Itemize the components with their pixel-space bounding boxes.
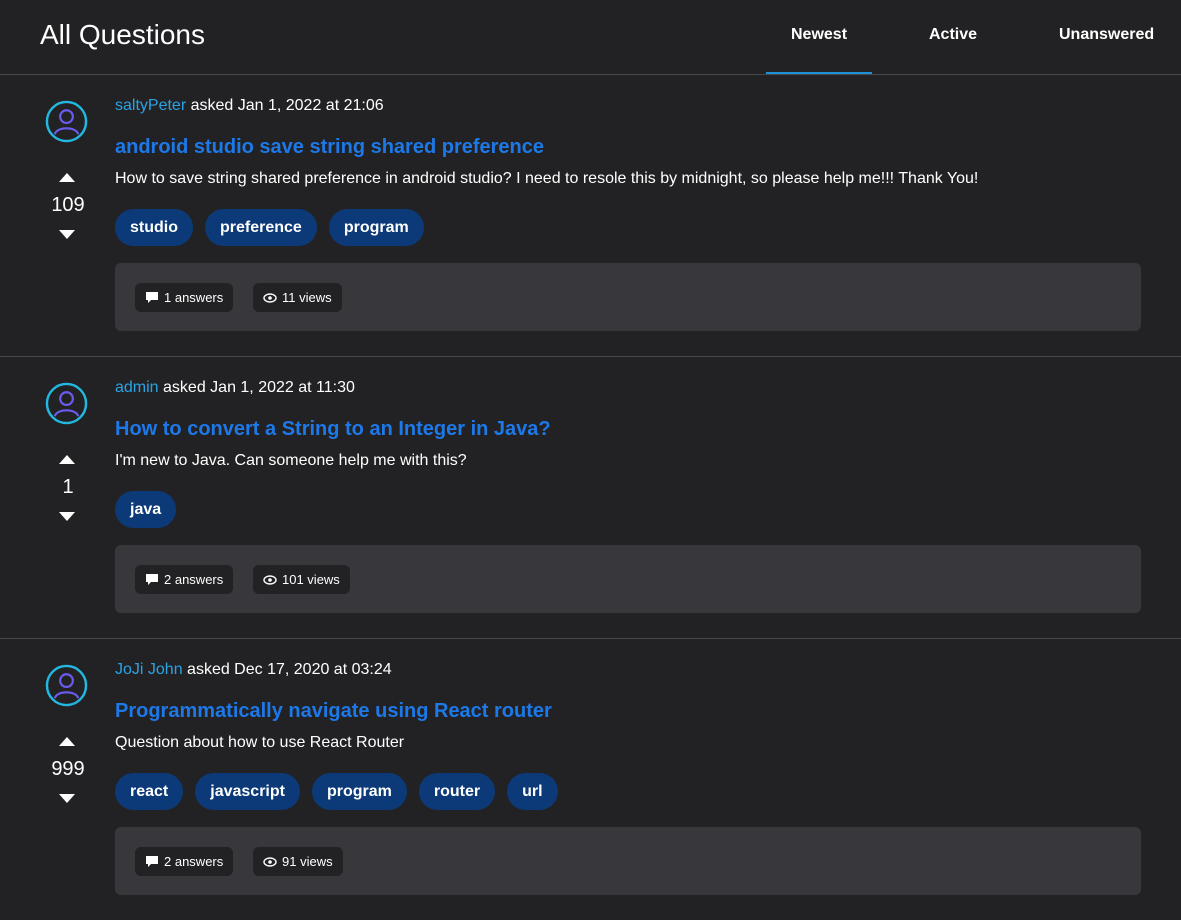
question-excerpt: I'm new to Java. Can someone help me wit… [115,452,467,469]
comment-icon [146,574,158,585]
views-count: 101 views [282,572,340,587]
eye-icon [263,292,277,303]
views-count: 11 views [282,290,332,305]
tag-java[interactable]: java [115,491,177,528]
tag-javascript[interactable]: javascript [195,773,300,810]
tag-list: react javascript program router url [115,773,558,810]
eye-icon [263,574,277,585]
downvote-arrow-icon[interactable] [58,791,76,805]
question-item: 109 saltyPeter asked Jan 1, 2022 at 21:0… [0,75,1181,357]
question-item: 1 admin asked Jan 1, 2022 at 11:30 How t… [0,357,1181,639]
vote-count: 109 [51,194,85,216]
answers-count-badge: 1 answers [135,283,234,312]
tab-newest[interactable]: Newest [791,24,847,46]
sort-tabs: Newest Active Unanswered [0,0,1181,74]
upvote-arrow-icon[interactable] [58,734,76,748]
question-stats-panel: 1 answers 11 views [115,263,1141,331]
question-item: 999 JoJi John asked Dec 17, 2020 at 03:2… [0,639,1181,920]
eye-icon [263,856,277,867]
comment-icon [146,292,158,303]
tag-program[interactable]: program [311,773,407,810]
downvote-arrow-icon[interactable] [58,227,76,241]
question-title-link[interactable]: android studio save string shared prefer… [115,134,544,160]
user-avatar-icon[interactable] [45,382,88,425]
tag-list: java [115,491,177,528]
views-count-badge: 101 views [253,565,350,594]
question-stats-panel: 2 answers 91 views [115,827,1141,895]
tag-preference[interactable]: preference [205,209,317,246]
asked-timestamp: asked Jan 1, 2022 at 11:30 [158,379,355,396]
asked-timestamp: asked Jan 1, 2022 at 21:06 [186,97,384,114]
views-count-badge: 91 views [253,847,343,876]
question-meta: saltyPeter asked Jan 1, 2022 at 21:06 [115,96,384,116]
downvote-arrow-icon[interactable] [58,509,76,523]
views-count-badge: 11 views [253,283,342,312]
tag-url[interactable]: url [507,773,558,810]
answers-count: 2 answers [164,854,224,869]
tag-react[interactable]: react [115,773,184,810]
user-avatar-icon[interactable] [45,664,88,707]
question-meta: JoJi John asked Dec 17, 2020 at 03:24 [115,660,392,680]
author-link[interactable]: saltyPeter [115,97,186,114]
page-header: All Questions Newest Active Unanswered [0,0,1181,75]
vote-count: 999 [51,758,85,780]
comment-icon [146,856,158,867]
author-link[interactable]: admin [115,379,159,396]
question-meta: admin asked Jan 1, 2022 at 11:30 [115,378,355,398]
upvote-arrow-icon[interactable] [58,452,76,466]
tag-studio[interactable]: studio [115,209,193,246]
question-excerpt: How to save string shared preference in … [115,170,979,187]
tag-program[interactable]: program [328,209,424,246]
asked-timestamp: asked Dec 17, 2020 at 03:24 [182,661,392,678]
answers-count-badge: 2 answers [135,847,234,876]
question-title-link[interactable]: How to convert a String to an Integer in… [115,416,551,442]
question-excerpt: Question about how to use React Router [115,734,405,751]
question-stats-panel: 2 answers 101 views [115,545,1141,613]
tab-active[interactable]: Active [929,24,977,46]
answers-count-badge: 2 answers [135,565,234,594]
author-link[interactable]: JoJi John [115,661,183,678]
user-avatar-icon[interactable] [45,100,88,143]
answers-count: 2 answers [164,572,224,587]
question-title-link[interactable]: Programmatically navigate using React ro… [115,698,552,724]
answers-count: 1 answers [164,290,224,305]
tag-list: studio preference program [115,209,424,246]
vote-count: 1 [62,476,74,498]
tag-router[interactable]: router [418,773,496,810]
tab-unanswered[interactable]: Unanswered [1059,24,1154,46]
upvote-arrow-icon[interactable] [58,170,76,184]
active-tab-indicator [766,72,872,74]
views-count: 91 views [282,854,333,869]
